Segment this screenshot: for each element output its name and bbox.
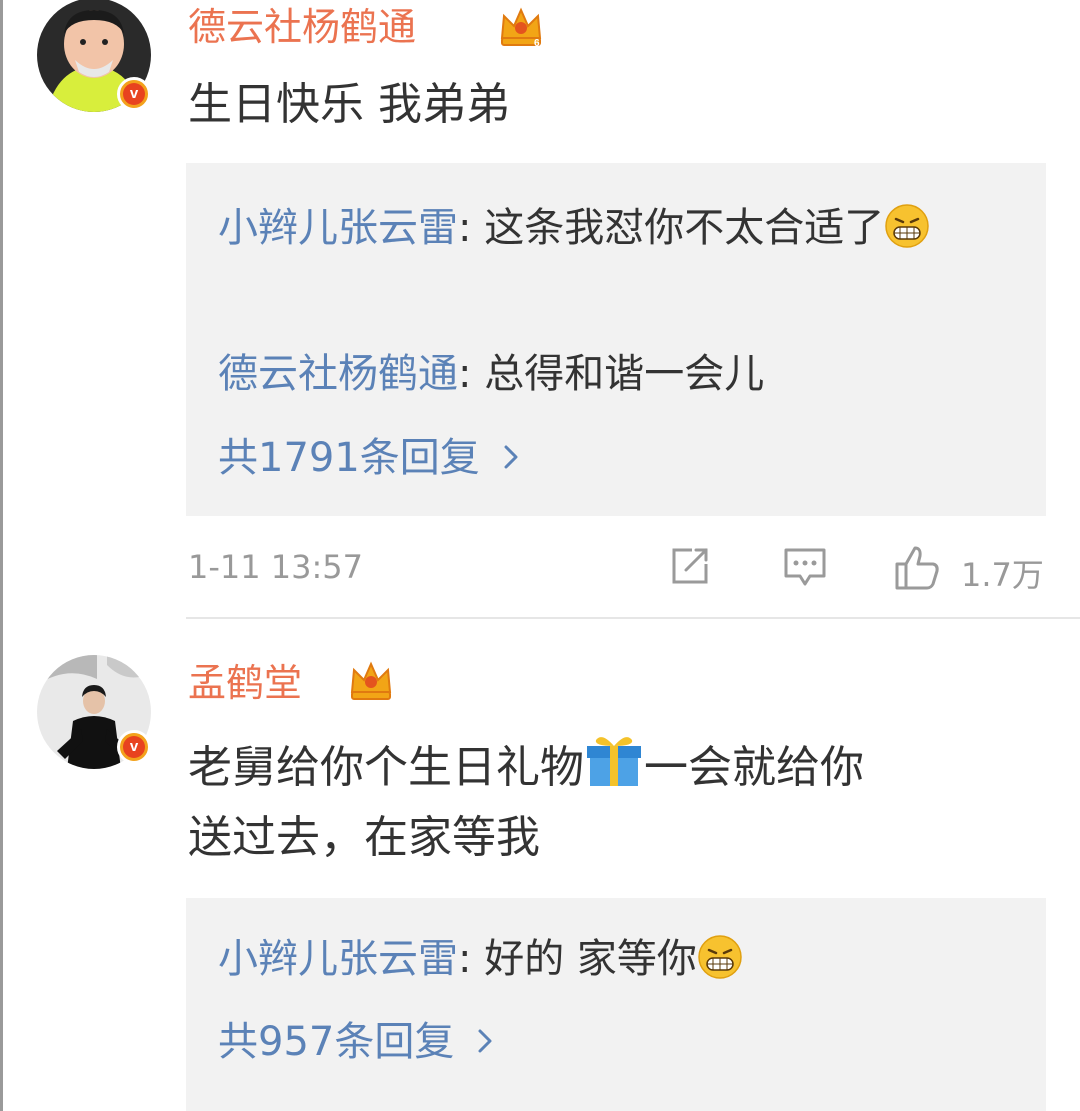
comment-divider [186,617,1080,619]
username[interactable]: 德云社杨鹤通 [188,4,416,50]
more-replies-label: 共957条回复 [218,1019,455,1065]
reply-item: 小辫儿张云雷: 这条我怼你不太合适了 [218,193,1008,263]
reply-author[interactable]: 小辫儿张云雷 [218,936,458,982]
comment-icon[interactable] [782,544,828,590]
reply-author[interactable]: 德云社杨鹤通 [218,351,458,397]
grin-emoji-icon [885,204,929,248]
reply-text: : 总得和谐一会儿 [458,351,765,397]
chevron-right-icon [478,1029,492,1053]
reply-text: : 这条我怼你不太合适了 [458,205,885,251]
thumbs-up-icon[interactable] [893,544,941,592]
reply-box[interactable]: 小辫儿张云雷: 好的 家等你 共957条回复 [186,898,1046,1111]
comment-footer: 1-11 13:57 1.7万 [0,538,1080,602]
comment-text-part: 老舅给你个生日礼物 [188,742,584,793]
like-count: 1.7万 [961,556,1044,594]
more-replies-link[interactable]: 共957条回复 [218,1012,504,1072]
crown-icon: 6 [500,7,542,49]
timestamp: 1-11 13:57 [188,548,364,586]
reply-item: 小辫儿张云雷: 好的 家等你 [218,924,743,994]
chevron-right-icon [504,445,518,469]
comment-text-part: 送过去，在家等我 [188,812,540,863]
username[interactable]: 孟鹤堂 [188,660,302,706]
more-replies-label: 共1791条回复 [218,435,480,481]
crown-icon [350,661,392,700]
svg-text:6: 6 [534,38,540,49]
comment-text: 老舅给你个生日礼物 一会就给你 送过去，在家等我 [188,730,864,873]
comment-text-part: 一会就给你 [644,742,864,793]
verified-badge-icon: v [117,730,151,764]
reply-text: : 好的 家等你 [458,936,697,982]
comment-text: 生日快乐 我弟弟 [188,79,510,130]
gift-emoji-icon [587,737,641,786]
more-replies-link[interactable]: 共1791条回复 [218,428,530,488]
grin-emoji-icon [698,935,742,979]
reply-author[interactable]: 小辫儿张云雷 [218,205,458,251]
reply-item: 德云社杨鹤通: 总得和谐一会儿 [218,339,764,409]
reply-box[interactable]: 小辫儿张云雷: 这条我怼你不太合适了 德云社杨鹤通: 总得和谐一会儿 共1791… [186,163,1046,516]
verified-badge-icon: v [117,77,151,111]
share-icon[interactable] [668,544,712,588]
